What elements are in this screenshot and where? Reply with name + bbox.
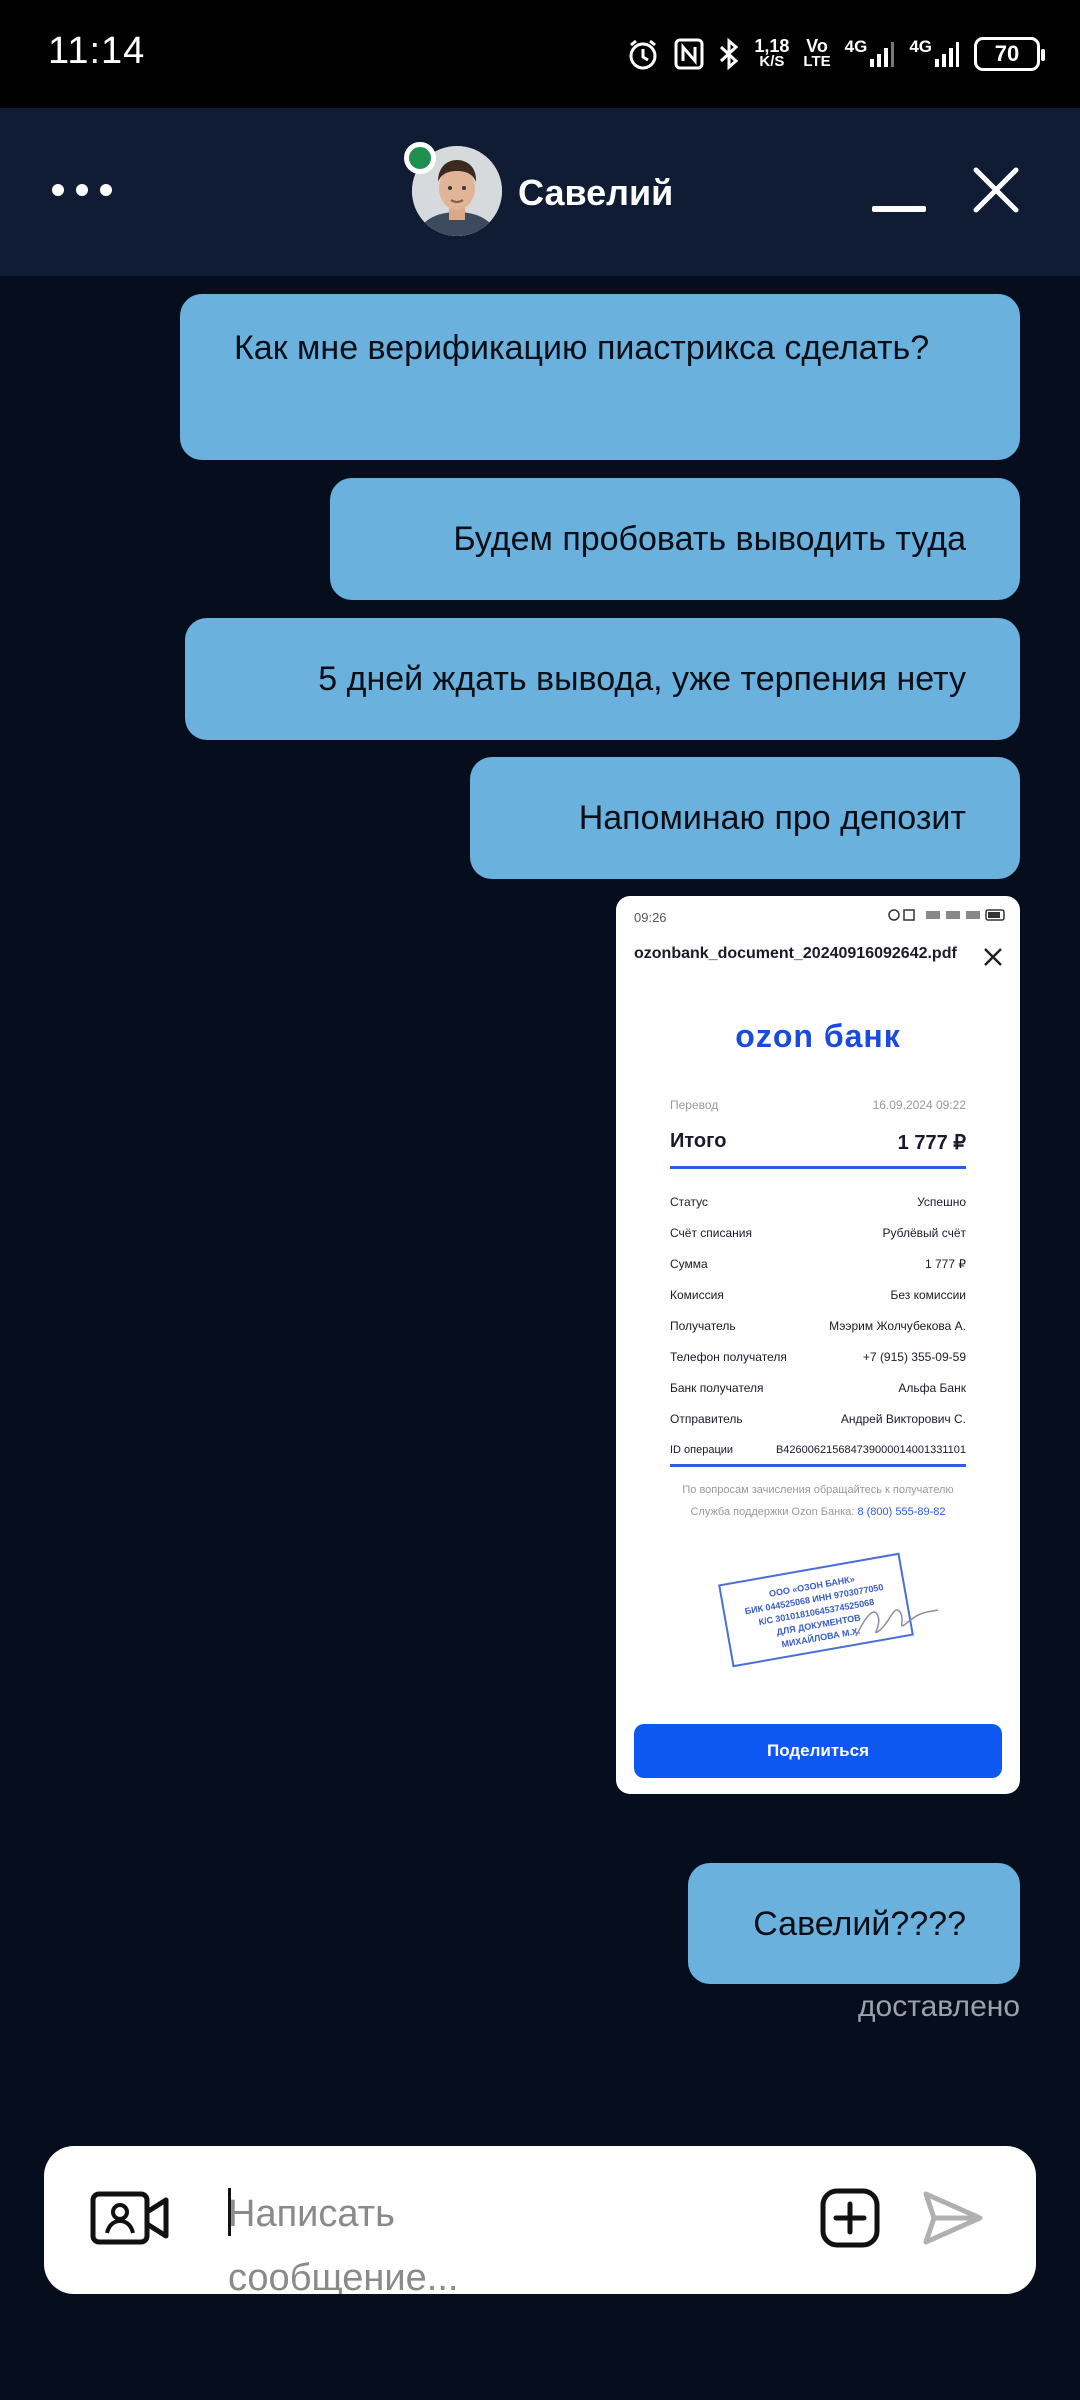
receipt-type: Перевод (670, 1098, 719, 1112)
nfc-icon (674, 37, 704, 71)
receipt-datetime: 16.09.2024 09:22 (872, 1098, 966, 1112)
send-icon[interactable] (920, 2186, 984, 2250)
receipt-row: Счёт списания Рублёвый счёт (670, 1217, 966, 1248)
receipt-status-icons (886, 908, 1006, 925)
row-label: Отправитель (670, 1411, 743, 1426)
receipt-filename: ozonbank_document_20240916092642.pdf (634, 945, 957, 962)
receipt-divider (670, 1166, 966, 1169)
row-label: ID операции (670, 1443, 734, 1456)
message-bubble[interactable]: Будем пробовать выводить туда (330, 478, 1020, 600)
plus-square-icon[interactable] (818, 2186, 882, 2250)
row-value: Успешно (917, 1194, 966, 1209)
share-button: Поделиться (634, 1724, 1002, 1778)
signal-sim2-icon: 4G (909, 37, 960, 69)
message-bubble[interactable]: Савелий???? (688, 1863, 1020, 1984)
message-bubble[interactable]: Напоминаю про депозит (470, 757, 1020, 879)
receipt-row: Комиссия Без комиссии (670, 1279, 966, 1310)
sim1-label: 4G (844, 37, 868, 56)
volte-icon: Vo LTE (803, 36, 831, 70)
ozon-bank-logo: ozon банк (735, 1018, 901, 1054)
more-horizontal-icon[interactable] (52, 184, 112, 196)
row-label: Комиссия (670, 1287, 724, 1302)
message-text: 5 дней ждать вывода, уже терпения нету (318, 660, 966, 698)
status-icons: 1,18 K/S Vo LTE 4G 4G 70 (626, 28, 1045, 80)
close-icon[interactable] (970, 164, 1022, 216)
message-input[interactable]: Написать сообщение... (228, 2182, 588, 2294)
row-value: Андрей Викторович С. (840, 1411, 966, 1426)
receipt-total-value: 1 777 ₽ (897, 1132, 966, 1154)
signal-sim1-icon: 4G (844, 37, 896, 69)
row-value: Рублёвый счёт (882, 1225, 966, 1240)
support-label: Служба поддержки Ozon Банка: (690, 1506, 858, 1518)
receipt-support: Служба поддержки Ozon Банка: 8 (800) 555… (646, 1506, 990, 1518)
row-value: 1 777 ₽ (925, 1256, 966, 1271)
receipt-note: По вопросам зачисления обращайтесь к пол… (682, 1484, 954, 1496)
message-bubble[interactable]: Как мне верификацию пиастрикса сделать? (180, 294, 1020, 460)
bluetooth-icon (718, 37, 740, 71)
message-composer: Написать сообщение... (44, 2146, 1036, 2294)
row-value: B426006215684739000014001331101 (775, 1443, 966, 1456)
minimize-icon[interactable] (872, 206, 926, 212)
row-label: Телефон получателя (670, 1349, 787, 1364)
alarm-icon (626, 37, 660, 71)
message-text: Савелий???? (753, 1904, 966, 1943)
receipt-row: Отправитель Андрей Викторович С. (670, 1403, 966, 1434)
status-bar: 11:14 1,18 K/S Vo LTE 4G 4G 70 (0, 0, 1080, 108)
message-text: Будем пробовать выводить туда (453, 520, 966, 558)
receipt-details: Статус Успешно Счёт списания Рублёвый счёт… (670, 1186, 966, 1465)
status-time: 11:14 (48, 30, 146, 72)
network-speed: 1,18 K/S (754, 36, 790, 70)
volte-bottom: LTE (803, 53, 831, 70)
row-value: Альфа Банк (898, 1380, 966, 1395)
volte-top: Vo (806, 36, 828, 56)
row-value: +7 (915) 355-09-59 (862, 1349, 966, 1364)
receipt-close-icon (984, 948, 1002, 966)
net-speed-unit: K/S (759, 53, 785, 70)
receipt-divider (670, 1464, 966, 1467)
message-bubble[interactable]: 5 дней ждать вывода, уже терпения нету (185, 618, 1020, 740)
row-value: Мээрим Жолчубекова А. (829, 1318, 966, 1333)
row-label: Получатель (670, 1318, 736, 1333)
delivery-status: доставлено (858, 1990, 1020, 2023)
receipt-row: Сумма 1 777 ₽ (670, 1248, 966, 1279)
receipt-total-label: Итого (670, 1130, 727, 1152)
support-phone: 8 (800) 555-89-82 (857, 1506, 946, 1518)
chat-header: Савелий (0, 108, 1080, 276)
receipt-status-time: 09:26 (634, 910, 667, 925)
row-label: Счёт списания (670, 1225, 752, 1240)
row-label: Сумма (670, 1256, 708, 1271)
net-speed-value: 1,18 (754, 36, 790, 56)
row-label: Банк получателя (670, 1380, 764, 1395)
message-text: Напоминаю про депозит (578, 799, 966, 837)
receipt-row: Телефон получателя +7 (915) 355-09-59 (670, 1341, 966, 1372)
contact-name[interactable]: Савелий (518, 172, 673, 214)
online-indicator (404, 142, 436, 174)
row-label: Статус (670, 1194, 708, 1209)
receipt-row: Получатель Мээрим Жолчубекова А. (670, 1310, 966, 1341)
signature (855, 1609, 939, 1637)
row-value: Без комиссии (890, 1287, 966, 1302)
receipt-row: Банк получателя Альфа Банк (670, 1372, 966, 1403)
video-camera-icon[interactable] (90, 2188, 170, 2248)
sim2-label: 4G (909, 37, 932, 56)
receipt-row: ID операции B4260062156847390000140013311… (670, 1434, 966, 1465)
receipt-row: Статус Успешно (670, 1186, 966, 1217)
receipt-image-message[interactable]: 09:26 ozonbank_document_20240916092642.p… (616, 896, 1020, 1794)
battery-indicator: 70 (974, 37, 1045, 71)
